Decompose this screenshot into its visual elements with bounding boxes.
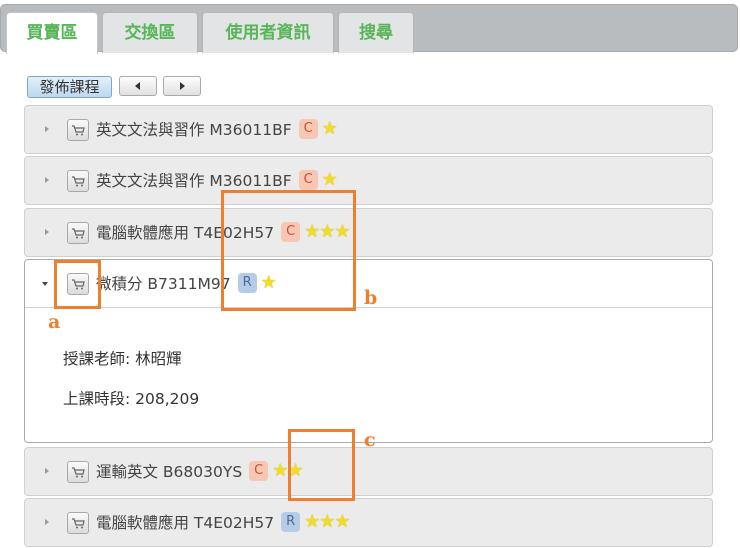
annotation-box-a: [54, 260, 101, 309]
tab-exchange[interactable]: 交換區: [102, 12, 198, 53]
course-title-line: 英文文法與習作 M36011BF C ★: [96, 169, 338, 192]
course-title: 英文文法與習作 M36011BF: [96, 172, 292, 190]
category-badge: R: [281, 512, 301, 532]
star-rating: ★: [321, 118, 338, 139]
course-time-slots: 上課時段: 208,209: [63, 390, 200, 408]
caret-right-icon: [45, 519, 49, 525]
caret-down-icon: [42, 282, 48, 286]
tab-search[interactable]: 搜尋: [338, 12, 414, 53]
course-row[interactable]: 運輸英文 B68030YS C ★★: [24, 447, 713, 496]
category-badge: C: [249, 461, 269, 481]
cart-icon[interactable]: [67, 461, 89, 483]
course-title: 微積分 B7311M97: [96, 275, 231, 293]
course-title-line: 英文文法與習作 M36011BF C ★: [96, 118, 338, 141]
annotation-label-b: b: [364, 287, 378, 309]
next-page-button[interactable]: [163, 76, 201, 96]
category-badge: C: [298, 170, 318, 190]
tab-buy-sell[interactable]: 買賣區: [6, 12, 98, 54]
tab-user-info[interactable]: 使用者資訊: [202, 12, 334, 53]
course-row[interactable]: 電腦軟體應用 T4E02H57 R ★★★: [24, 498, 713, 547]
cart-icon[interactable]: [67, 119, 89, 141]
course-row[interactable]: 英文文法與習作 M36011BF C ★: [24, 105, 713, 154]
course-title-line: 運輸英文 B68030YS C ★★: [96, 461, 303, 483]
cart-icon[interactable]: [67, 170, 89, 192]
annotation-label-c: c: [364, 429, 376, 451]
category-badge: C: [298, 119, 318, 139]
course-row-header[interactable]: 電腦軟體應用 T4E02H57 R ★★★: [25, 499, 712, 547]
course-row-header[interactable]: 運輸英文 B68030YS C ★★: [25, 448, 712, 496]
caret-right-icon: [45, 229, 49, 235]
course-title: 英文文法與習作 M36011BF: [96, 121, 292, 139]
star-rating: ★: [321, 169, 338, 190]
course-title: 電腦軟體應用 T4E02H57: [96, 514, 275, 532]
triangle-left-icon: [135, 82, 140, 90]
caret-right-icon: [45, 468, 49, 474]
tab-bar: 買賣區 交換區 使用者資訊 搜尋: [0, 4, 738, 54]
annotation-box-c: [288, 429, 355, 501]
course-row[interactable]: 電腦軟體應用 T4E02H57 C ★★★: [24, 208, 713, 257]
caret-right-icon: [45, 126, 49, 132]
cart-icon[interactable]: [67, 512, 89, 534]
course-title-line: 電腦軟體應用 T4E02H57 R ★★★: [96, 511, 351, 534]
publish-course-button[interactable]: 發佈課程: [27, 76, 112, 98]
annotation-box-b: [221, 190, 356, 311]
star-rating: ★★★: [304, 511, 350, 532]
course-row-header[interactable]: 英文文法與習作 M36011BF C ★: [25, 157, 712, 205]
course-row[interactable]: 英文文法與習作 M36011BF C ★: [24, 156, 713, 205]
course-teacher: 授課老師: 林昭輝: [63, 350, 182, 368]
annotation-label-a: a: [48, 311, 61, 333]
triangle-right-icon: [180, 82, 185, 90]
prev-page-button[interactable]: [119, 76, 157, 96]
course-row-header[interactable]: 英文文法與習作 M36011BF C ★: [25, 106, 712, 154]
course-title: 運輸英文 B68030YS: [96, 463, 243, 481]
cart-icon[interactable]: [67, 222, 89, 244]
caret-right-icon: [45, 177, 49, 183]
course-row-header[interactable]: 電腦軟體應用 T4E02H57 C ★★★: [25, 209, 712, 257]
